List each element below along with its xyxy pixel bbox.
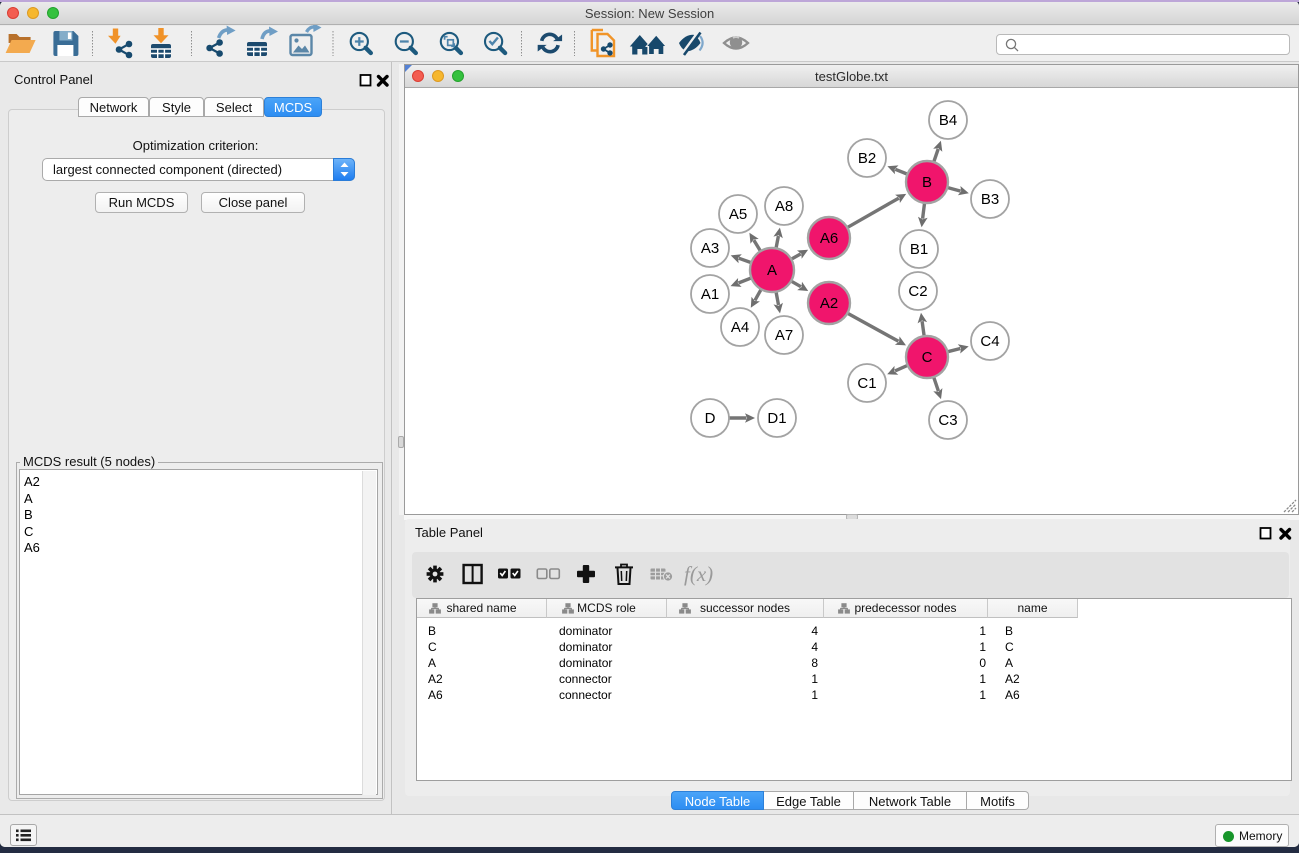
- svg-text:B1: B1: [910, 241, 928, 258]
- svg-text:B3: B3: [981, 191, 999, 208]
- svg-text:f(x): f(x): [684, 562, 713, 586]
- svg-text:C1: C1: [857, 375, 876, 392]
- svg-text:A1: A1: [701, 286, 719, 303]
- svg-text:A8: A8: [775, 198, 793, 215]
- svg-text:D: D: [705, 410, 716, 427]
- svg-text:A4: A4: [731, 319, 749, 336]
- svg-text:A2: A2: [820, 295, 838, 312]
- svg-text:B2: B2: [858, 150, 876, 167]
- svg-text:B4: B4: [939, 112, 957, 129]
- svg-text:A6: A6: [820, 230, 838, 247]
- svg-text:A3: A3: [701, 240, 719, 257]
- svg-text:A: A: [767, 262, 777, 279]
- svg-text:C: C: [922, 349, 933, 366]
- svg-text:A5: A5: [729, 206, 747, 223]
- svg-text:C4: C4: [980, 333, 999, 350]
- svg-text:D1: D1: [767, 410, 786, 427]
- svg-text:A7: A7: [775, 327, 793, 344]
- svg-text:B: B: [922, 174, 932, 191]
- svg-text:C3: C3: [938, 412, 957, 429]
- svg-text:C2: C2: [908, 283, 927, 300]
